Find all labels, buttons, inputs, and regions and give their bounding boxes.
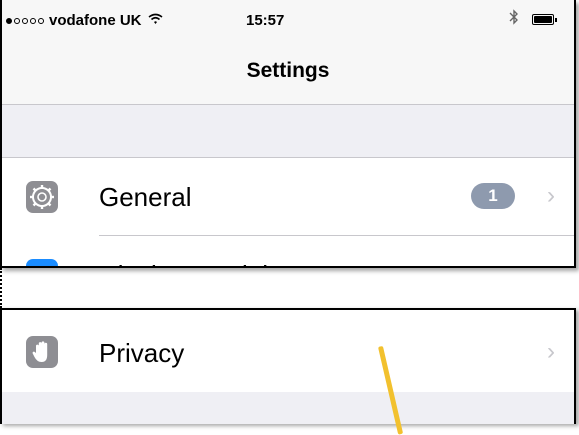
section-spacer bbox=[2, 105, 574, 157]
hand-icon bbox=[26, 336, 58, 368]
settings-group-general: General 1 › AA Display & Brightness › bbox=[2, 157, 574, 266]
chevron-right-icon: › bbox=[547, 338, 555, 365]
settings-row-general[interactable]: General 1 › bbox=[2, 158, 574, 236]
gear-icon bbox=[26, 181, 58, 213]
page-title: Settings bbox=[246, 59, 330, 82]
carrier-name: vodafone UK bbox=[49, 12, 142, 29]
text-size-icon: AA bbox=[26, 259, 58, 266]
wifi-icon bbox=[148, 12, 163, 29]
settings-screen-bottom: Privacy › bbox=[0, 308, 576, 424]
battery-icon bbox=[532, 14, 557, 25]
settings-row-privacy[interactable]: Privacy › bbox=[2, 310, 574, 392]
navigation-bar: Settings bbox=[2, 40, 574, 105]
settings-group-privacy: Privacy › bbox=[2, 310, 574, 392]
update-badge: 1 bbox=[471, 183, 515, 209]
clock: 15:57 bbox=[246, 12, 285, 29]
general-label: General bbox=[99, 182, 192, 212]
bluetooth-icon bbox=[509, 9, 519, 30]
chevron-right-icon: › bbox=[547, 260, 555, 266]
chevron-right-icon: › bbox=[547, 182, 555, 209]
settings-screen-top: vodafone UK 15:57 Settings General 1 › bbox=[0, 0, 576, 268]
privacy-label: Privacy bbox=[99, 338, 185, 368]
signal-strength-icon bbox=[6, 17, 44, 24]
settings-row-display-brightness[interactable]: AA Display & Brightness › bbox=[2, 236, 574, 266]
display-brightness-label: Display & Brightness bbox=[99, 260, 339, 266]
carrier-signal: vodafone UK bbox=[6, 12, 163, 29]
crop-edge bbox=[0, 268, 2, 308]
status-bar: vodafone UK 15:57 bbox=[2, 0, 574, 40]
